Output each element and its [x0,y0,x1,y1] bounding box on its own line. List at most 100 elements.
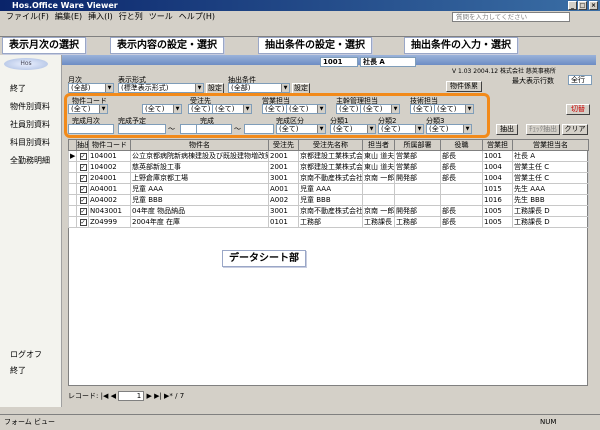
table-cell[interactable]: 部長 [440,161,483,173]
table-cell[interactable]: 工務課長 D [512,216,589,228]
table-cell[interactable]: 営業部 [394,150,441,162]
table-row[interactable]: ✓ A04001 児童 AAA A001 児童 AAA 1015 先生 AAA [68,183,589,195]
filter-class3-select[interactable]: (全て) ▼ [426,124,472,134]
table-cell[interactable]: 京都建設工業株式会社 [298,150,363,162]
row-selector[interactable] [68,205,77,217]
table-cell[interactable]: 京南不動産株式会社 [298,172,363,184]
table-cell[interactable]: 1001 [482,150,513,162]
table-cell[interactable]: 1004 [482,172,513,184]
filter-select-5[interactable]: (全て) ▼ [286,104,326,114]
check-icon[interactable]: ✓ [79,208,87,215]
extract-checkbox-cell[interactable]: ✓ [76,183,89,195]
table-cell[interactable]: 児童 AAA [298,183,363,195]
month-select[interactable]: (全部) ▼ [68,83,114,93]
table-cell[interactable]: 2004年度 在庫 [130,216,269,228]
check-icon[interactable]: ✓ [79,153,87,160]
extract-checkbox-cell[interactable]: ✓ [76,161,89,173]
minimize-button[interactable]: _ [568,1,577,10]
col-extract[interactable]: 抽出 [76,139,89,151]
row-selector[interactable]: ▶ [68,150,77,162]
table-cell[interactable]: 部長 [440,172,483,184]
table-cell[interactable] [362,194,395,206]
table-cell[interactable] [394,194,441,206]
table-row[interactable]: ✓ N043001 04年度 物品納品 3001 京南不動産株式会社 京南 一郎 開発部 部長… [68,205,589,217]
logoff-button[interactable]: ログオフ [10,349,42,360]
row-selector[interactable] [68,194,77,206]
menu-tools[interactable]: ツール [149,12,173,21]
table-cell[interactable]: 京南不動産株式会社 [298,205,363,217]
chevron-down-icon[interactable]: ▼ [367,125,375,133]
menu-insert[interactable]: 挿入(I) [88,12,113,21]
table-cell[interactable]: 工務課長 D [512,205,589,217]
table-cell[interactable]: 開発部 [394,205,441,217]
table-cell[interactable]: 04年度 物品納品 [130,205,269,217]
table-cell[interactable]: N043001 [88,205,131,217]
table-cell[interactable]: 京南 一郎 [362,205,395,217]
col-sales[interactable]: 営業担 [482,139,513,151]
table-cell[interactable]: 社長 A [512,150,589,162]
check-icon[interactable]: ✓ [79,175,87,182]
table-cell[interactable]: 開発部 [394,172,441,184]
prev-record-button[interactable]: ◀ [111,392,116,400]
table-cell[interactable]: 先生 AAA [512,183,589,195]
filter-select-1[interactable]: (全て) ▼ [142,104,182,114]
check-icon[interactable]: ✓ [79,219,87,226]
table-cell[interactable]: A002 [268,194,299,206]
filter-select-7[interactable]: (全て) ▼ [360,104,400,114]
table-cell[interactable]: A04002 [88,194,131,206]
condition-select[interactable]: (全部) ▼ [228,83,290,93]
chevron-down-icon[interactable]: ▼ [99,105,107,113]
filter-class2-select[interactable]: (全て) ▼ [378,124,424,134]
table-cell[interactable]: A001 [268,183,299,195]
table-cell[interactable]: 1004 [482,161,513,173]
filter-month-input[interactable] [68,124,114,134]
table-cell[interactable] [440,194,483,206]
chevron-down-icon[interactable]: ▼ [317,105,325,113]
close-button[interactable]: × [589,1,598,10]
sidebar-item-property[interactable]: 物件別資料 [10,101,50,112]
table-cell[interactable]: 2001 [268,150,299,162]
table-cell[interactable]: 児童 BBB [130,194,269,206]
next-record-button[interactable]: ▶ [146,392,151,400]
chevron-down-icon[interactable]: ▼ [173,105,181,113]
check-icon[interactable]: ✓ [79,164,87,171]
table-cell[interactable]: 先生 BBB [512,194,589,206]
table-row[interactable]: ✓Z049992004年度 在庫0101工務部工務課長 D工務部部長1005工務… [68,216,589,228]
table-cell[interactable]: 1016 [482,194,513,206]
table-row[interactable]: ✓ A04002 児童 BBB A002 児童 BBB 1016 先生 BBB [68,194,589,206]
table-cell[interactable]: 東山 道夫 [362,150,395,162]
chevron-down-icon[interactable]: ▼ [463,125,471,133]
menu-rowcol[interactable]: 行と列 [119,12,143,21]
table-cell[interactable] [394,183,441,195]
filter-complete-from[interactable] [196,124,232,134]
table-cell[interactable]: 児童 AAA [130,183,269,195]
help-search-input[interactable]: 質問を入力してください [452,12,570,22]
table-cell[interactable]: 0101 [268,216,299,228]
table-row[interactable]: ✓104002慈英部新設工事2001京都建設工業株式会社東山 道夫営業部部長10… [68,161,589,173]
chevron-down-icon[interactable]: ▼ [391,105,399,113]
filter-planned-from[interactable] [118,124,166,134]
table-cell[interactable]: 部長 [440,150,483,162]
table-cell[interactable]: 1015 [482,183,513,195]
table-cell[interactable]: 慈英部新設工事 [130,161,269,173]
table-cell[interactable]: 営業主任 C [512,161,589,173]
check-extract-button[interactable]: ﾁｪｯｸ抽出 [526,124,560,135]
col-person[interactable]: 担当者 [362,139,395,151]
table-cell[interactable]: 東山 道夫 [362,161,395,173]
sidebar-item-account[interactable]: 科目別資料 [10,137,50,148]
row-selector[interactable] [68,216,77,228]
col-client[interactable]: 受注先 [268,139,299,151]
table-cell[interactable]: 営業部 [394,161,441,173]
last-record-button[interactable]: ▶| [154,392,162,400]
new-record-button[interactable]: ▶* [164,392,173,400]
filter-select-0[interactable]: (全て) ▼ [68,104,108,114]
table-cell[interactable]: 営業主任 C [512,172,589,184]
row-selector[interactable] [68,183,77,195]
filter-category-select[interactable]: (全て) ▼ [276,124,326,134]
table-cell[interactable]: 部長 [440,216,483,228]
col-dept[interactable]: 所属部署 [394,139,441,151]
menu-edit[interactable]: 編集(E) [55,12,82,21]
table-cell[interactable]: 工務部 [298,216,363,228]
chevron-down-icon[interactable]: ▼ [317,125,325,133]
table-cell[interactable]: A04001 [88,183,131,195]
